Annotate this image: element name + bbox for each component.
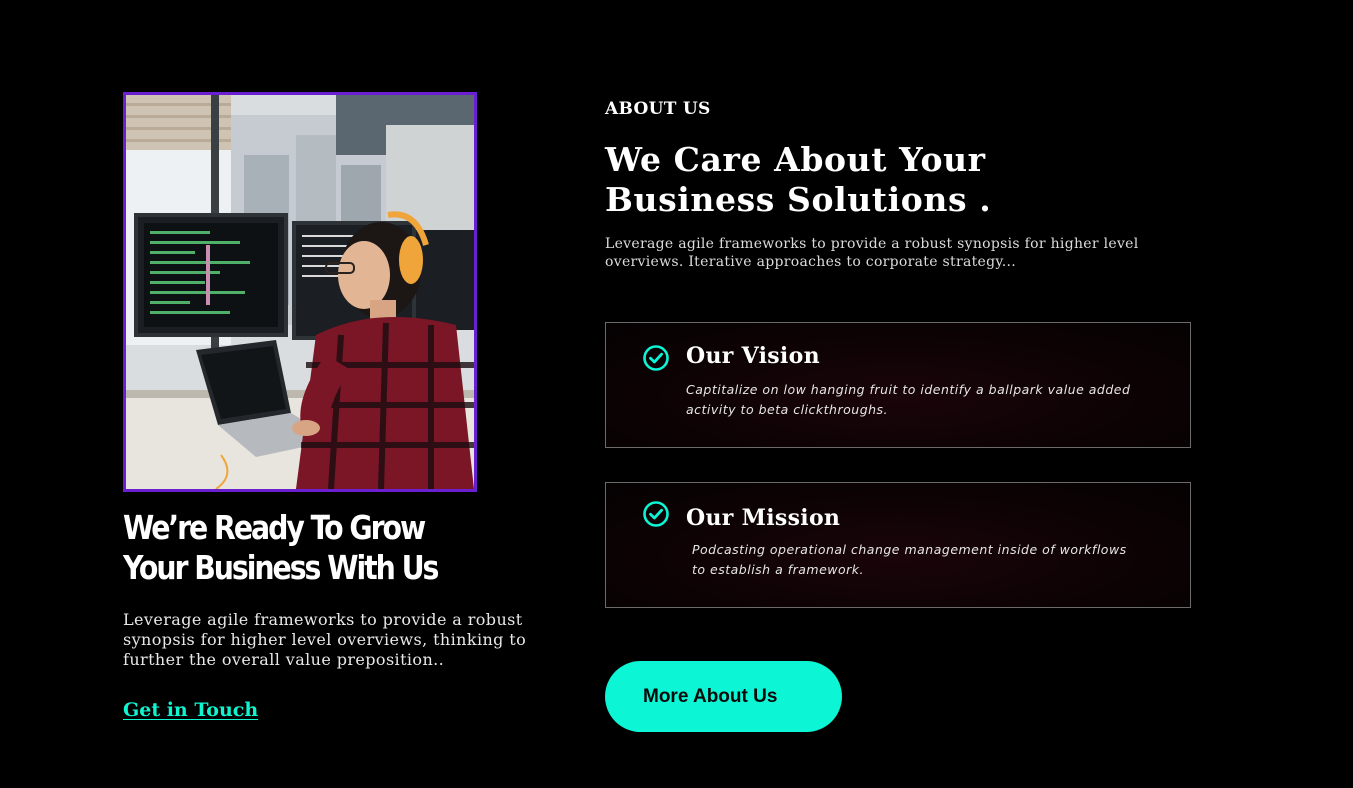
about-section: We’re Ready To Grow Your Business With U… — [0, 0, 1353, 788]
mission-card: Our Mission Podcasting operational chang… — [605, 482, 1191, 608]
mission-title: Our Mission — [686, 505, 841, 531]
section-title: We Care About Your Business Solutions . — [605, 140, 992, 219]
left-description: Leverage agile frameworks to provide a r… — [123, 610, 527, 669]
team-photo — [123, 92, 477, 492]
vision-title: Our Vision — [686, 343, 820, 369]
get-in-touch-link[interactable]: Get in Touch — [123, 697, 258, 723]
section-eyebrow: ABOUT US — [605, 99, 711, 119]
vision-text: Captitalize on low hanging fruit to iden… — [686, 382, 1131, 417]
section-description: Leverage agile frameworks to provide a r… — [605, 236, 1139, 270]
mission-text: Podcasting operational change management… — [692, 542, 1127, 577]
check-circle-icon — [642, 344, 670, 372]
more-about-us-button[interactable]: More About Us — [605, 661, 842, 732]
developer-at-desk-illustration — [126, 95, 474, 489]
check-circle-icon — [642, 500, 670, 528]
vision-card: Our Vision Captitalize on low hanging fr… — [605, 322, 1191, 448]
left-heading: We’re Ready To Grow Your Business With U… — [123, 508, 439, 587]
